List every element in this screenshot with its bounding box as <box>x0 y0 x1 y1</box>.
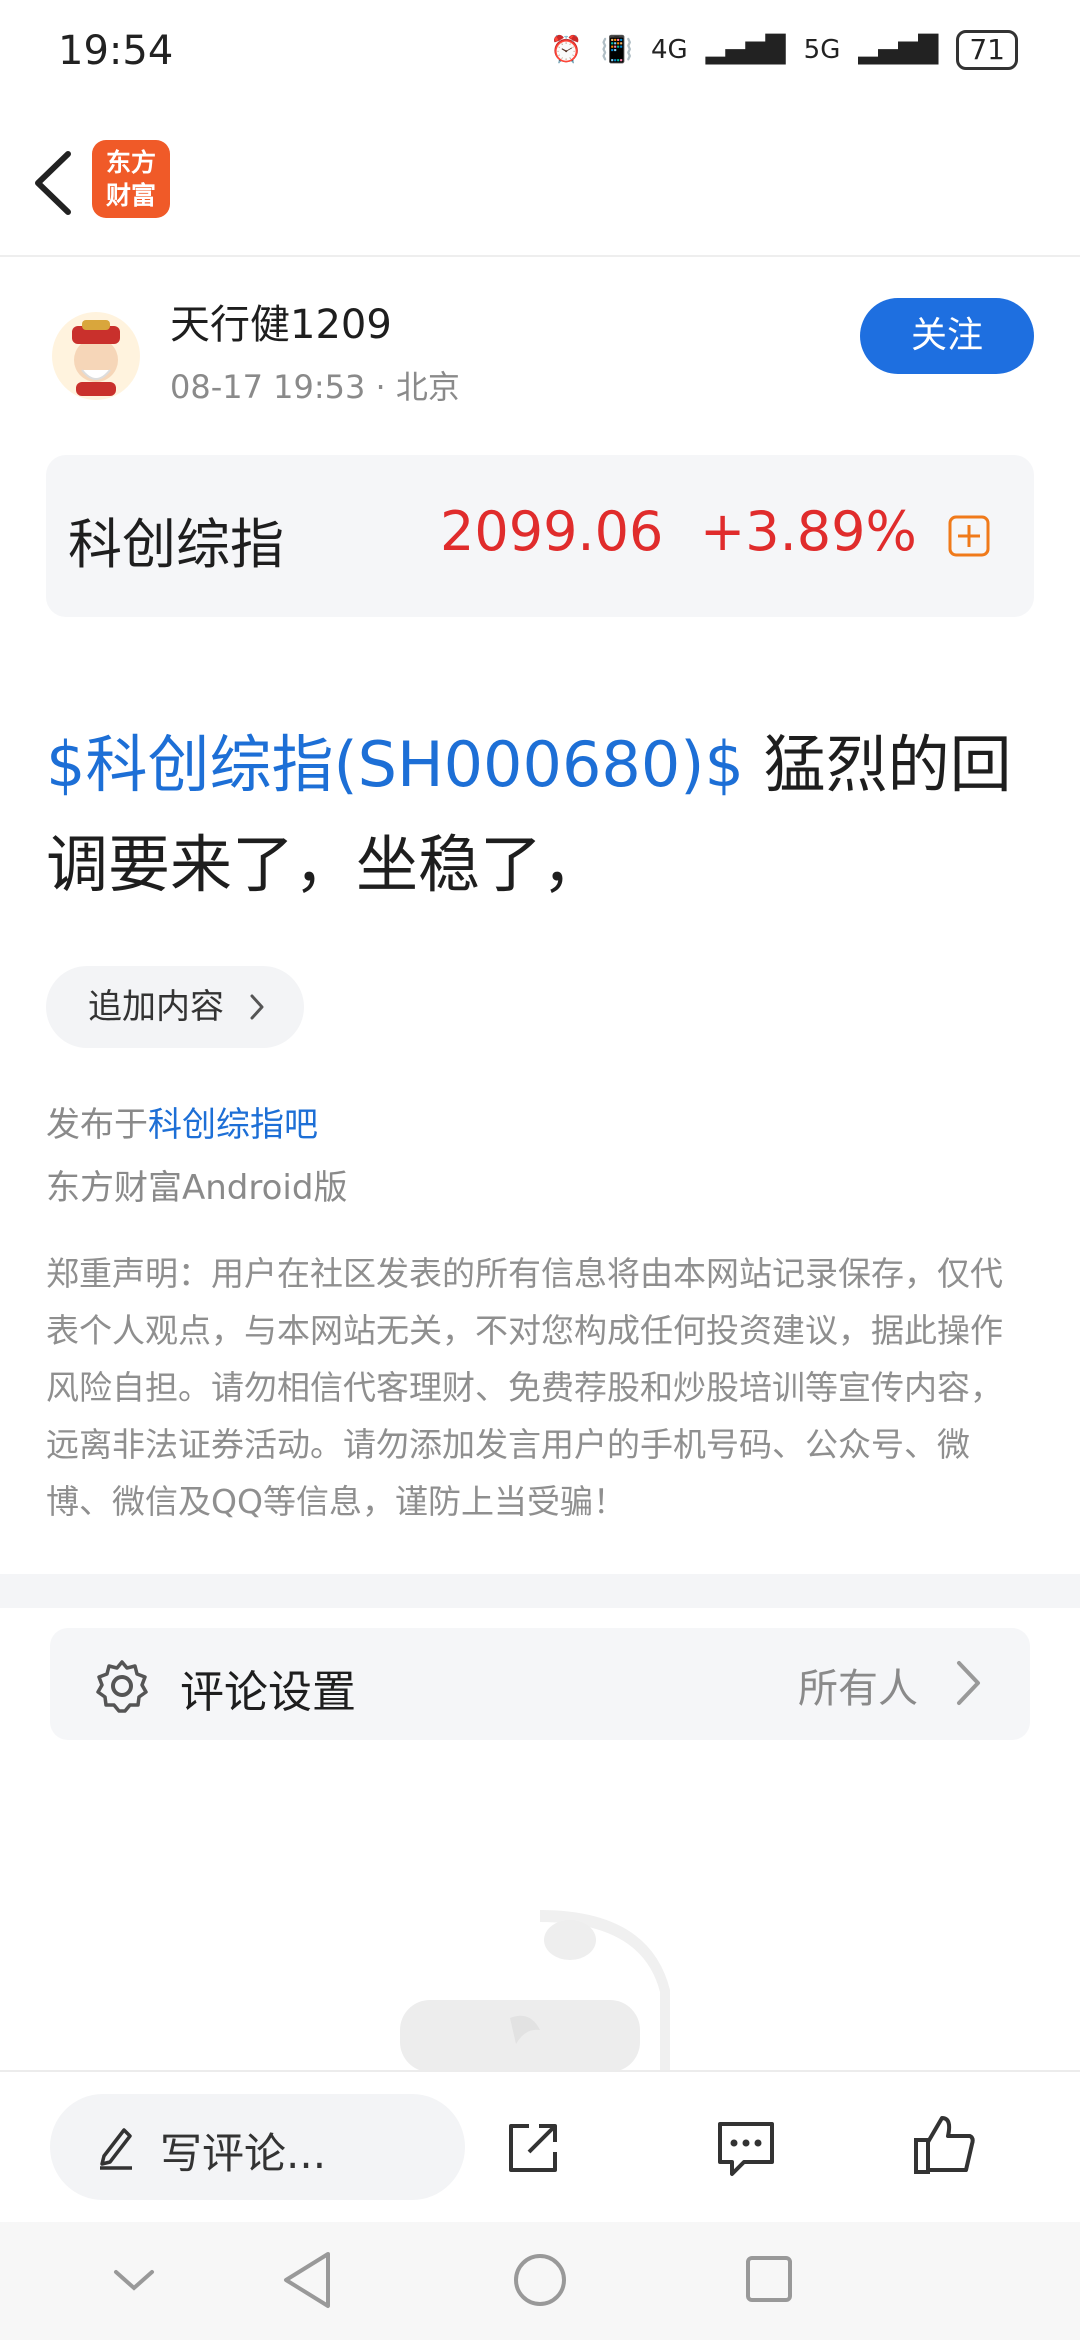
logo-text-2: 财富 <box>105 181 156 210</box>
share-icon[interactable] <box>503 2118 563 2178</box>
signal-5g: 5G <box>803 35 841 65</box>
add-watchlist-icon[interactable] <box>948 515 990 557</box>
post-text-line1: 猛烈的回 <box>763 728 1012 801</box>
section-separator <box>0 1574 1080 1608</box>
status-time: 19:54 <box>58 28 174 74</box>
comment-settings-label: 评论设置 <box>180 1667 356 1718</box>
disclaimer: 郑重声明：用户在社区发表的所有信息将由本网站记录保存，仅代表个人观点，与本网站无… <box>46 1254 1003 1521</box>
published-prefix: 发布于 <box>46 1105 148 1145</box>
thumbs-up-icon[interactable] <box>912 2112 978 2178</box>
signal-icon: ▂▄▆█ <box>705 35 786 65</box>
append-label: 追加内容 <box>88 987 224 1027</box>
avatar[interactable] <box>52 312 140 400</box>
chevron-right-icon <box>956 1660 982 1706</box>
comment-icon[interactable] <box>714 2118 778 2178</box>
stock-name: 科创综指 <box>68 513 284 576</box>
back-triangle-icon[interactable] <box>284 2252 330 2308</box>
gear-icon <box>94 1658 150 1714</box>
chevron-left-icon <box>35 151 71 215</box>
logo-text-1: 东方 <box>105 148 156 177</box>
stock-change: +3.89% <box>700 500 917 563</box>
vibrate-icon: 📳 <box>600 35 633 65</box>
alarm-icon: ⏰ <box>550 35 583 65</box>
stock-price: 2099.06 <box>440 500 664 563</box>
system-navigation-bar <box>0 2222 1080 2340</box>
battery-indicator: 71 <box>956 30 1018 70</box>
recents-square-icon[interactable] <box>746 2256 792 2302</box>
signal-icon: ▂▄▆█ <box>858 35 939 65</box>
home-circle-icon[interactable] <box>514 2254 566 2306</box>
author-name[interactable]: 天行健1209 <box>170 292 392 350</box>
header-divider <box>0 255 1080 257</box>
post-body: $科创综指(SH000680)$ 猛烈的回 调要来了，坐稳了， <box>46 715 1046 915</box>
pen-icon <box>96 2122 136 2170</box>
post-meta: 08-17 19:53 · 北京 <box>170 368 460 406</box>
empty-comments-illustration <box>390 1900 690 2072</box>
post-text-line2: 调要来了，坐稳了， <box>46 828 605 901</box>
stock-tag-link[interactable]: $科创综指(SH000680)$ <box>46 728 744 801</box>
follow-button[interactable]: 关注 <box>860 298 1034 374</box>
signal-4g: 4G <box>650 35 688 65</box>
status-icons: ⏰ 📳 4G ▂▄▆█ 5G ▂▄▆█ 71 <box>550 30 1018 70</box>
bar-link[interactable]: 科创综指吧 <box>148 1105 318 1145</box>
published-in: 发布于科创综指吧 <box>46 1097 318 1146</box>
write-comment-label: 写评论... <box>160 2129 327 2178</box>
comment-settings-value: 所有人 <box>798 1666 918 1712</box>
app-logo: 东方 财富 <box>92 140 170 218</box>
client-info: 东方财富Android版 <box>46 1168 348 1208</box>
back-button[interactable] <box>28 148 78 218</box>
chevron-down-icon[interactable] <box>114 2270 154 2291</box>
chevron-right-icon <box>250 994 264 1020</box>
append-content-button[interactable]: 追加内容 <box>46 966 304 1048</box>
